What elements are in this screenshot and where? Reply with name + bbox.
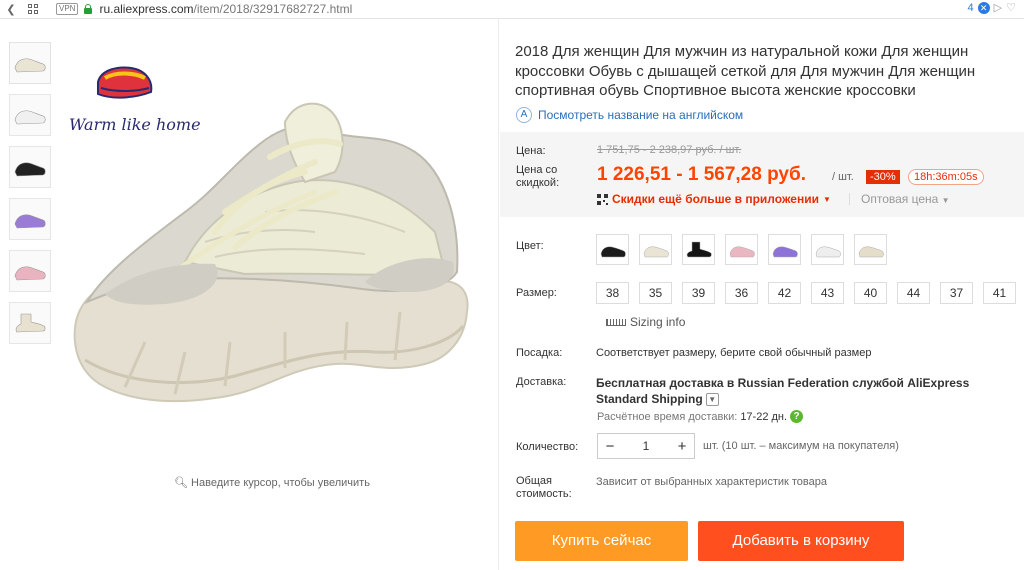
size-option-list: 38 35 39 36 42 43 40 44 37 41 xyxy=(596,282,1016,304)
translate-link-label: Посмотреть название на английском xyxy=(538,108,744,122)
size-option[interactable]: 38 xyxy=(596,282,629,304)
quantity-input[interactable]: 1 xyxy=(622,439,670,453)
quantity-limit-note: шт. (10 шт. – максимум на покупателя) xyxy=(703,440,899,452)
translate-icon: A xyxy=(516,107,532,123)
discount-price: 1 226,51 - 1 567,28 руб. xyxy=(597,164,807,185)
thumbnail-6[interactable] xyxy=(9,302,51,344)
apps-grid-icon[interactable] xyxy=(22,0,44,18)
thumbnail-4[interactable] xyxy=(9,198,51,240)
sizing-info-label: Sizing info xyxy=(630,315,686,329)
color-swatch-list xyxy=(596,234,887,265)
color-label: Цвет: xyxy=(516,240,544,252)
product-title: 2018 Для женщин Для мужчин из натурально… xyxy=(515,43,976,99)
url-field[interactable]: ru.aliexpress.com/item/2018/32917682727.… xyxy=(99,2,352,16)
heart-icon[interactable]: ♡ xyxy=(1006,1,1016,14)
buy-now-button[interactable]: Купить сейчас xyxy=(515,521,688,561)
sale-timer: 18h:36m:05s xyxy=(908,169,984,185)
chevron-down-icon: ▼ xyxy=(941,196,950,205)
shoe-icon xyxy=(600,246,626,257)
shoe-icon xyxy=(14,266,46,281)
shoe-icon xyxy=(643,246,669,257)
sizing-info-link[interactable]: Sizing info xyxy=(606,315,685,329)
browser-address-bar: ❮ VPN ru.aliexpress.com/item/2018/329176… xyxy=(0,0,1024,19)
app-discount-link[interactable]: Скидки ещё больше в приложении ▼ xyxy=(597,192,831,206)
logo-text: Warm like home xyxy=(69,115,201,134)
delivery-days: 17-22 дн. xyxy=(740,410,788,423)
shoe-icon xyxy=(686,241,712,257)
main-product-image[interactable]: Warm like home xyxy=(65,42,480,462)
qr-code-icon xyxy=(597,193,608,205)
shoe-icon xyxy=(772,246,798,257)
original-price: 1 751,75 - 2 238,97 руб. / шт. xyxy=(597,144,742,156)
thumbnail-list xyxy=(9,42,51,354)
address-bar-actions: 4 ✕ ▷ ♡ xyxy=(968,1,1016,14)
discount-badge: -30% xyxy=(866,170,900,184)
shoe-icon xyxy=(858,246,884,257)
price-label: Цена: xyxy=(516,145,546,157)
chevron-down-icon: ▼ xyxy=(822,194,831,204)
thumbnail-5[interactable] xyxy=(9,250,51,292)
total-label: Общая стоимость: xyxy=(516,475,572,500)
color-swatch-5[interactable] xyxy=(768,234,801,265)
decrease-quantity-button[interactable]: − xyxy=(598,438,622,455)
discount-price-label: Цена со скидкой: xyxy=(516,164,560,189)
size-option[interactable]: 35 xyxy=(639,282,672,304)
close-circle-icon[interactable]: ✕ xyxy=(977,1,990,14)
shoe-icon xyxy=(14,110,46,125)
size-option[interactable]: 42 xyxy=(768,282,801,304)
size-option[interactable]: 43 xyxy=(811,282,844,304)
lock-icon xyxy=(84,4,93,14)
fit-label: Посадка: xyxy=(516,347,563,359)
fit-value: Соответствует размеру, берите свой обычн… xyxy=(596,347,872,359)
panel-divider xyxy=(498,18,499,570)
color-swatch-1[interactable] xyxy=(596,234,629,265)
vpn-badge[interactable]: VPN xyxy=(56,3,79,15)
shoe-icon xyxy=(14,162,46,177)
tab-count[interactable]: 4 xyxy=(968,2,974,14)
shoe-icon xyxy=(815,246,841,257)
share-icon[interactable]: ▷ xyxy=(994,1,1002,14)
size-option[interactable]: 40 xyxy=(854,282,887,304)
brand-logo: Warm like home xyxy=(69,66,201,134)
color-swatch-2[interactable] xyxy=(639,234,672,265)
color-swatch-7[interactable] xyxy=(854,234,887,265)
shoe-icon xyxy=(14,58,46,73)
shipping-label: Доставка: xyxy=(516,376,567,388)
back-icon[interactable]: ❮ xyxy=(0,0,22,18)
thumbnail-3[interactable] xyxy=(9,146,51,188)
size-option[interactable]: 39 xyxy=(682,282,715,304)
zoom-hint: 🔍︎ Наведите курсор, чтобы увеличить xyxy=(174,477,370,489)
sock-shoe-icon xyxy=(15,313,46,333)
quantity-label: Количество: xyxy=(516,441,579,453)
thumbnail-1[interactable] xyxy=(9,42,51,84)
thumbnail-2[interactable] xyxy=(9,94,51,136)
app-discount-label: Скидки ещё больше в приложении xyxy=(612,192,819,206)
shoe-icon xyxy=(14,214,46,229)
shipping-dropdown-icon[interactable]: ▼ xyxy=(705,393,719,407)
wholesale-price-dropdown[interactable]: Оптовая цена ▼ xyxy=(861,192,950,206)
color-swatch-6[interactable] xyxy=(811,234,844,265)
help-icon[interactable]: ? xyxy=(790,410,804,423)
add-to-cart-button[interactable]: Добавить в корзину xyxy=(698,521,904,561)
total-value: Зависит от выбранных характеристик товар… xyxy=(596,476,827,488)
size-option[interactable]: 41 xyxy=(983,282,1016,304)
magnifier-icon: 🔍︎ xyxy=(174,477,192,489)
size-option[interactable]: 37 xyxy=(940,282,973,304)
size-label: Размер: xyxy=(516,287,557,299)
size-option[interactable]: 36 xyxy=(725,282,758,304)
shipping-method: Бесплатная доставка в Russian Federation… xyxy=(596,376,970,407)
per-unit: / шт. xyxy=(832,171,854,183)
color-swatch-3[interactable] xyxy=(682,234,715,265)
shoe-icon xyxy=(729,246,755,257)
color-swatch-4[interactable] xyxy=(725,234,758,265)
translate-title-link[interactable]: A Посмотреть название на английском xyxy=(516,107,743,123)
quantity-stepper: − 1 + xyxy=(597,433,695,459)
separator xyxy=(849,193,850,205)
ruler-icon xyxy=(606,318,626,326)
delivery-estimate: Расчётное время доставки: 17-22 дн. ? xyxy=(597,410,804,423)
increase-quantity-button[interactable]: + xyxy=(670,438,694,455)
size-option[interactable]: 44 xyxy=(897,282,930,304)
